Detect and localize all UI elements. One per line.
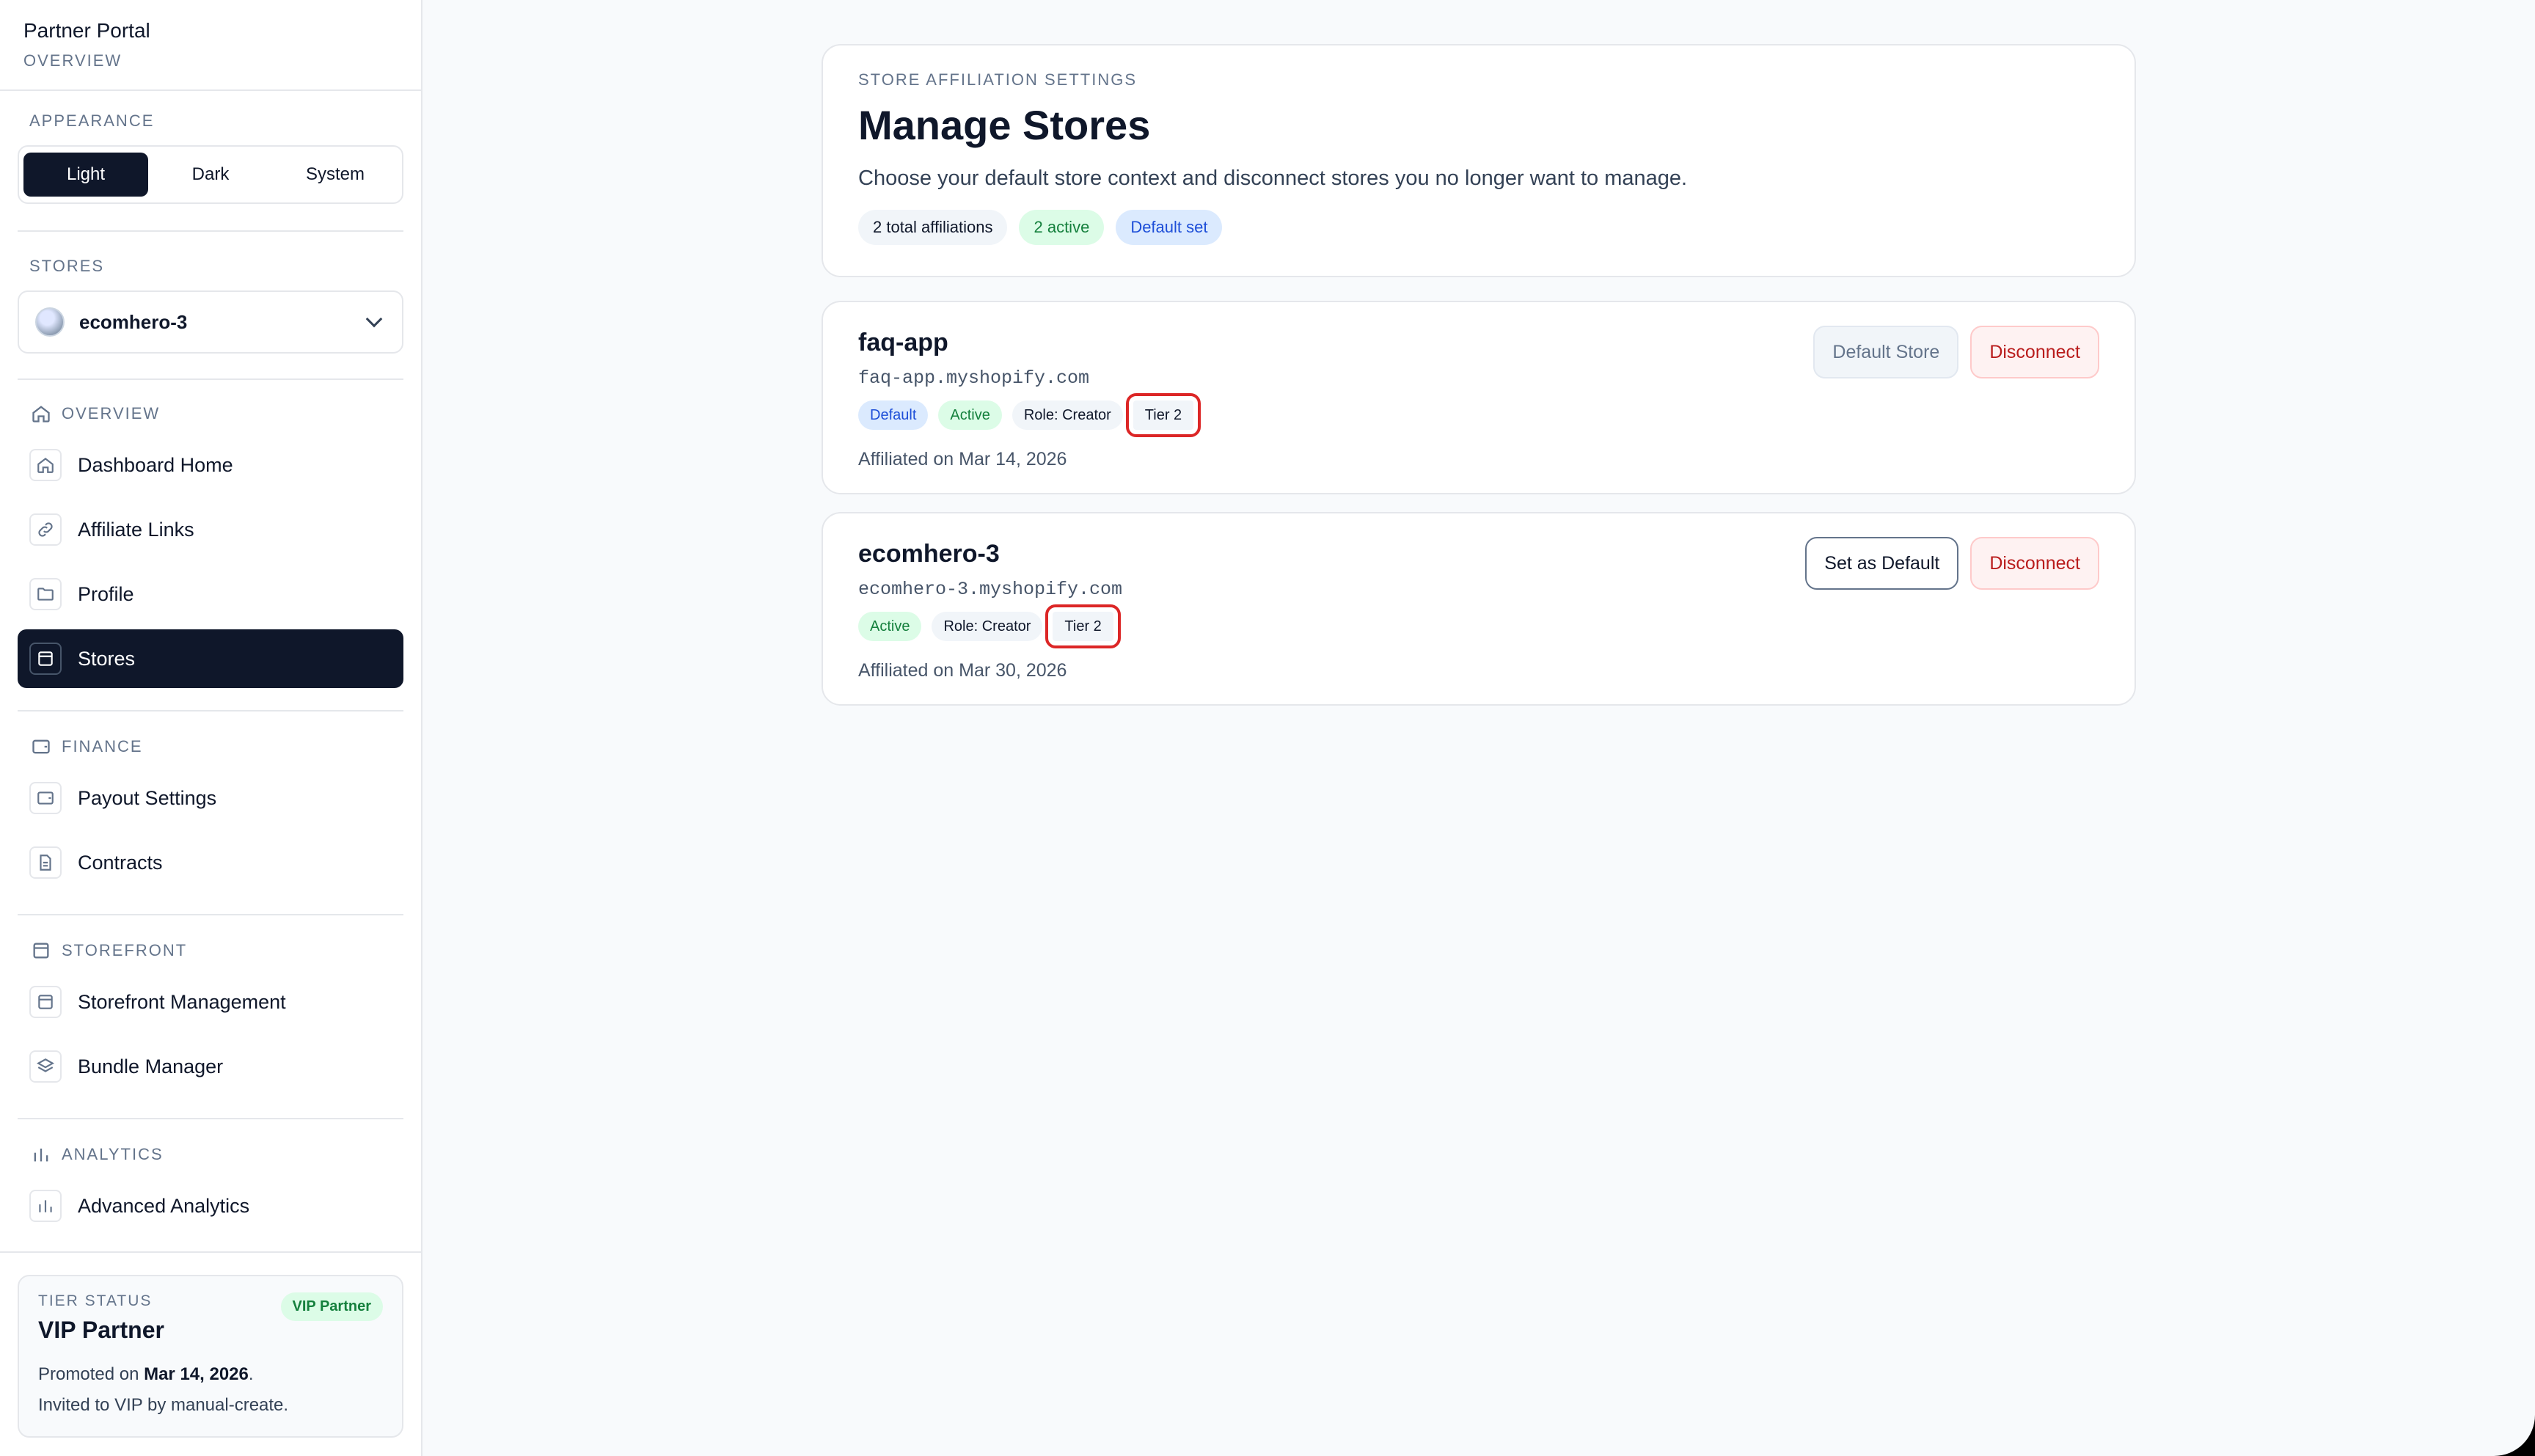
- store-icon: [31, 940, 51, 961]
- nav-item-bundle-manager[interactable]: Bundle Manager: [18, 1037, 403, 1096]
- active-count-chip: 2 active: [1019, 210, 1105, 245]
- affiliated-date: Affiliated on Mar 30, 2026: [858, 660, 1067, 681]
- wallet-icon: [31, 736, 51, 757]
- stores-label: STORES: [29, 257, 105, 275]
- nav-group-label: ANALYTICS: [62, 1145, 164, 1163]
- app-window: Partner Portal OVERVIEW APPEARANCE Light…: [0, 0, 2535, 1456]
- nav-item-label: Profile: [78, 582, 134, 605]
- nav-group-analytics: ANALYTICS Advanced Analytics: [0, 1119, 421, 1235]
- page-title: Manage Stores: [858, 102, 1151, 148]
- store-select[interactable]: ecomhero-3: [18, 290, 403, 354]
- home-icon: [29, 449, 62, 481]
- disconnect-button[interactable]: Disconnect: [1970, 326, 2099, 378]
- brand-subtitle: OVERVIEW: [23, 51, 122, 70]
- wallet-icon: [29, 782, 62, 814]
- store-card: ecomhero-3 ecomhero-3.myshopify.com Acti…: [822, 512, 2136, 706]
- nav-item-label: Storefront Management: [78, 990, 286, 1013]
- link-icon: [29, 513, 62, 546]
- nav-group-header: OVERVIEW: [18, 402, 403, 425]
- store-icon: [29, 986, 62, 1018]
- tier-status-label: TIER STATUS: [38, 1292, 153, 1309]
- summary-chips: 2 total affiliations 2 active Default se…: [858, 210, 2099, 245]
- default-store-button[interactable]: Default Store: [1813, 326, 1959, 378]
- store-badges: Default Active Role: Creator Tier 2: [858, 393, 2099, 437]
- home-icon: [31, 403, 51, 424]
- divider: [0, 1251, 421, 1253]
- nav-item-profile[interactable]: Profile: [18, 565, 403, 623]
- chevron-down-icon: [365, 310, 383, 328]
- nav-item-advanced-analytics[interactable]: Advanced Analytics: [18, 1177, 403, 1235]
- layers-icon: [29, 1050, 62, 1083]
- nav-group-label: OVERVIEW: [62, 404, 161, 422]
- document-icon: [29, 846, 62, 879]
- promoted-text: Promoted on Mar 14, 2026.: [38, 1364, 383, 1385]
- nav-group-finance: FINANCE Payout Settings Contracts: [0, 711, 421, 892]
- store-switcher-section: STORES ecomhero-3: [0, 232, 421, 354]
- nav-item-stores[interactable]: Stores: [18, 629, 403, 688]
- role-badge: Role: Creator: [1012, 400, 1123, 430]
- default-set-chip: Default set: [1116, 210, 1223, 245]
- tier-badge: Tier 2: [1125, 393, 1201, 437]
- nav-item-label: Contracts: [78, 851, 163, 874]
- role-badge: Role: Creator: [932, 612, 1043, 641]
- promoted-suffix: .: [248, 1364, 254, 1384]
- store-actions: Default Store Disconnect: [1813, 326, 2099, 378]
- set-as-default-button[interactable]: Set as Default: [1805, 537, 1959, 590]
- affiliated-date: Affiliated on Mar 14, 2026: [858, 449, 1067, 469]
- main-content: STORE AFFILIATION SETTINGS Manage Stores…: [422, 0, 2535, 1456]
- store-select-value: ecomhero-3: [79, 310, 188, 333]
- nav-item-storefront-management[interactable]: Storefront Management: [18, 973, 403, 1031]
- vip-partner-badge: VIP Partner: [280, 1292, 383, 1321]
- store-icon: [29, 643, 62, 675]
- default-badge: Default: [858, 400, 929, 430]
- nav-item-label: Stores: [78, 647, 136, 670]
- nav-group-label: FINANCE: [62, 737, 143, 756]
- theme-toggle: Light Dark System: [18, 145, 403, 204]
- promoted-prefix: Promoted on: [38, 1364, 145, 1384]
- nav-item-dashboard-home[interactable]: Dashboard Home: [18, 436, 403, 494]
- disconnect-button[interactable]: Disconnect: [1970, 537, 2099, 590]
- bar-chart-icon: [29, 1190, 62, 1222]
- bar-chart-icon: [31, 1144, 51, 1165]
- active-badge: Active: [858, 612, 922, 641]
- nav-item-payout-settings[interactable]: Payout Settings: [18, 769, 403, 827]
- promoted-date: Mar 14, 2026: [144, 1364, 249, 1384]
- theme-dark-button[interactable]: Dark: [148, 153, 273, 197]
- page-description: Choose your default store context and di…: [858, 167, 1688, 190]
- nav-item-affiliate-links[interactable]: Affiliate Links: [18, 500, 403, 559]
- total-affiliations-chip: 2 total affiliations: [858, 210, 1008, 245]
- nav-group-header: STOREFRONT: [18, 939, 403, 962]
- nav-item-label: Bundle Manager: [78, 1055, 224, 1078]
- nav-group-label: STOREFRONT: [62, 941, 188, 959]
- nav-item-label: Affiliate Links: [78, 518, 194, 541]
- tier-status-card: TIER STATUS VIP Partner VIP Partner Prom…: [18, 1275, 403, 1438]
- page-header-card: STORE AFFILIATION SETTINGS Manage Stores…: [822, 44, 2136, 277]
- appearance-label: APPEARANCE: [29, 111, 155, 130]
- theme-light-button[interactable]: Light: [23, 153, 148, 197]
- active-badge: Active: [938, 400, 1002, 430]
- globe-icon: [35, 307, 65, 337]
- nav-item-label: Payout Settings: [78, 786, 217, 809]
- nav-group-header: FINANCE: [18, 735, 403, 758]
- nav-group-header: ANALYTICS: [18, 1143, 403, 1166]
- nav-item-contracts[interactable]: Contracts: [18, 833, 403, 892]
- nav-item-label: Dashboard Home: [78, 453, 233, 476]
- brand-header: Partner Portal OVERVIEW: [0, 0, 421, 91]
- brand-title: Partner Portal: [23, 19, 150, 42]
- store-card: faq-app faq-app.myshopify.com Default Ac…: [822, 301, 2136, 494]
- theme-system-button[interactable]: System: [273, 153, 398, 197]
- nav-group-storefront: STOREFRONT Storefront Management Bundle …: [0, 915, 421, 1096]
- sidebar: Partner Portal OVERVIEW APPEARANCE Light…: [0, 0, 422, 1456]
- nav-item-label: Advanced Analytics: [78, 1194, 250, 1217]
- appearance-section: APPEARANCE Light Dark System: [0, 91, 421, 204]
- tier-badge: Tier 2: [1045, 604, 1121, 648]
- folder-icon: [29, 578, 62, 610]
- store-badges: Active Role: Creator Tier 2: [858, 604, 2099, 648]
- page-eyebrow: STORE AFFILIATION SETTINGS: [858, 70, 1138, 89]
- invited-text: Invited to VIP by manual-create.: [38, 1395, 289, 1415]
- store-actions: Set as Default Disconnect: [1805, 537, 2099, 590]
- nav-group-overview: OVERVIEW Dashboard Home Affiliate Links …: [0, 380, 421, 688]
